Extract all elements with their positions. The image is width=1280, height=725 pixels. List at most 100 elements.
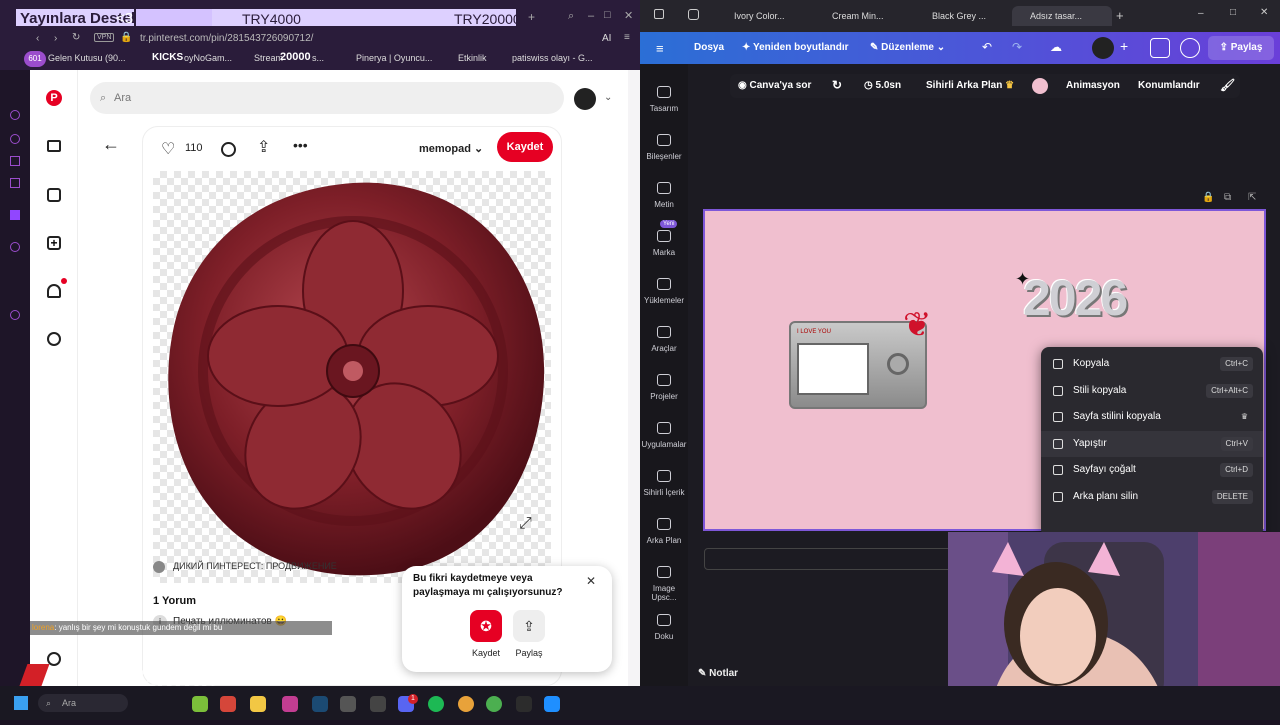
sidebar-item-7[interactable]: Uygulamalar: [640, 414, 688, 460]
bookmark-kicks[interactable]: KICKS: [152, 52, 183, 63]
animation-button[interactable]: Animasyon: [1066, 80, 1120, 91]
share-icon[interactable]: ⇪: [257, 137, 270, 157]
context-menu-item[interactable]: Yapıştır Ctrl+V: [1041, 430, 1263, 457]
panel-icon-2[interactable]: [10, 134, 20, 144]
back-icon[interactable]: ‹: [36, 33, 39, 44]
notes-button[interactable]: ✎ Notlar: [698, 668, 738, 679]
sidebar-item-0[interactable]: Tasarım: [640, 78, 688, 124]
app-icon-red[interactable]: [220, 696, 236, 712]
messages-icon[interactable]: [47, 332, 61, 346]
source-line[interactable]: ДИКИЙ ПИНТЕРЕСТ: ПРОДВИЖЕНИЕ: [173, 561, 337, 571]
pin-image[interactable]: ⤢: [153, 171, 551, 583]
lock-icon[interactable]: 🔒: [1202, 192, 1214, 203]
ask-canva-button[interactable]: ◉ Canva'ya sor: [738, 80, 811, 91]
url-text[interactable]: tr.pinterest.com/pin/281543726090712/: [140, 33, 313, 44]
xbox-app-icon[interactable]: [192, 696, 208, 712]
twitch-icon[interactable]: [10, 210, 20, 220]
hamburger-icon[interactable]: ≡: [656, 41, 664, 56]
file-explorer-icon[interactable]: [250, 696, 266, 712]
creator-avatar[interactable]: [153, 561, 165, 573]
minimize-icon[interactable]: –: [1198, 8, 1204, 19]
bookmark-stream[interactable]: Stream: [254, 53, 283, 63]
bookmark-stream-goal[interactable]: 20000: [280, 51, 311, 63]
bookmark-dynogame[interactable]: oyNoGam...: [184, 53, 232, 63]
cloud-save-icon[interactable]: ☁: [1050, 40, 1062, 54]
sidebar-item-10[interactable]: Image Upsc...: [640, 558, 688, 604]
user-avatar[interactable]: [1092, 37, 1114, 59]
panel-icon-3[interactable]: [10, 156, 20, 166]
window-icon[interactable]: [654, 9, 664, 19]
save-button[interactable]: Kaydet: [497, 132, 553, 162]
chevron-down-icon[interactable]: ⌄: [604, 92, 612, 103]
avatar[interactable]: [574, 88, 596, 110]
capcut-icon[interactable]: [516, 696, 532, 712]
close-icon[interactable]: ✕: [1260, 7, 1268, 18]
notifications-icon[interactable]: [47, 284, 61, 298]
bookmark-gmail[interactable]: Gelen Kutusu (90...: [48, 53, 126, 63]
resize-menu[interactable]: ✦ Yeniden boyutlandır: [742, 42, 849, 53]
color-swatch[interactable]: [1032, 78, 1048, 94]
comments-icon[interactable]: [1180, 38, 1200, 58]
menu-icon[interactable]: ≡: [624, 32, 630, 43]
home-icon[interactable]: [688, 9, 699, 20]
tab-ivory-color[interactable]: Ivory Color...: [716, 6, 816, 26]
settings-icon[interactable]: [10, 310, 20, 320]
maximize-icon[interactable]: □: [1230, 7, 1236, 18]
comment-icon[interactable]: [221, 142, 236, 157]
redo-icon[interactable]: ↷: [1012, 40, 1022, 54]
sidebar-item-3[interactable]: Yeni Marka: [640, 220, 688, 268]
file-menu[interactable]: Dosya: [694, 42, 724, 53]
more-icon[interactable]: •••: [293, 137, 308, 153]
save-pin-icon[interactable]: ✪: [470, 610, 502, 642]
sidebar-item-4[interactable]: Yüklemeler: [640, 270, 688, 316]
new-tab-icon[interactable]: +: [528, 10, 535, 24]
spotify-icon[interactable]: [428, 696, 444, 712]
year-2026-text[interactable]: 2026: [1023, 269, 1128, 327]
obs-icon[interactable]: [340, 696, 356, 712]
refresh-icon[interactable]: ↻: [832, 78, 842, 92]
windows-start-icon[interactable]: [14, 696, 28, 710]
page-strip[interactable]: [704, 548, 954, 570]
new-tab-icon[interactable]: +: [1116, 8, 1124, 23]
profile-badge[interactable]: 601: [24, 51, 46, 67]
sidebar-item-11[interactable]: Doku: [640, 606, 688, 652]
heart-icon[interactable]: ♡: [161, 139, 175, 159]
reload-icon[interactable]: ↻: [72, 32, 80, 43]
sidebar-item-9[interactable]: Arka Plan: [640, 510, 688, 556]
duration-button[interactable]: ◷ 5.0sn: [864, 80, 901, 91]
expand-icon[interactable]: ⤢: [519, 515, 532, 533]
add-collaborator-icon[interactable]: +: [1120, 38, 1128, 54]
pinterest-logo-icon[interactable]: P: [46, 90, 62, 106]
minimize-icon[interactable]: –: [588, 10, 594, 22]
panel-icon-5[interactable]: [10, 242, 20, 252]
context-menu-item[interactable]: Arka planı silin DELETE: [1041, 484, 1263, 510]
bookmark-patiswiss[interactable]: patiswiss olayı - G...: [512, 53, 593, 63]
bookmark-pinerya[interactable]: Pinerya | Oyuncu...: [356, 53, 432, 63]
search-icon[interactable]: ⌕: [568, 10, 574, 23]
panel-icon-1[interactable]: [10, 110, 20, 120]
edit-menu[interactable]: ✎ Düzenleme ⌄: [870, 42, 945, 53]
sidebar-item-8[interactable]: Sihirli İçerik: [640, 462, 688, 508]
home-icon[interactable]: [47, 140, 61, 152]
context-menu-item[interactable]: Sayfayı çoğalt Ctrl+D: [1041, 457, 1263, 483]
forward-icon[interactable]: ›: [54, 33, 57, 44]
sidebar-item-6[interactable]: Projeler: [640, 366, 688, 412]
share-button[interactable]: ⇪ Paylaş: [1208, 36, 1274, 60]
maximize-icon[interactable]: □: [604, 9, 611, 21]
close-icon[interactable]: ✕: [624, 9, 633, 22]
vpn-badge[interactable]: VPN: [94, 33, 115, 42]
explore-icon[interactable]: [47, 188, 61, 202]
tab-adsiz-tasarim[interactable]: Adsız tasar...: [1012, 6, 1112, 26]
duplicate-page-icon[interactable]: ⧉: [1224, 192, 1231, 203]
create-icon[interactable]: +: [47, 236, 61, 250]
panel-icon-4[interactable]: [10, 178, 20, 188]
chrome-icon[interactable]: [458, 696, 474, 712]
bookmark-etkinlik[interactable]: Etkinlik: [458, 53, 487, 63]
context-menu-item[interactable]: Kopyala Ctrl+C: [1041, 351, 1263, 377]
sidebar-item-2[interactable]: Metin: [640, 174, 688, 220]
tab-black-grey[interactable]: Black Grey ...: [914, 6, 1014, 26]
position-button[interactable]: Konumlandır: [1138, 80, 1200, 91]
copy-style-icon[interactable]: 🖌: [1220, 78, 1235, 92]
ai-button[interactable]: AI: [602, 33, 611, 44]
magic-background-button[interactable]: Sihirli Arka Plan ♛: [926, 80, 1014, 91]
